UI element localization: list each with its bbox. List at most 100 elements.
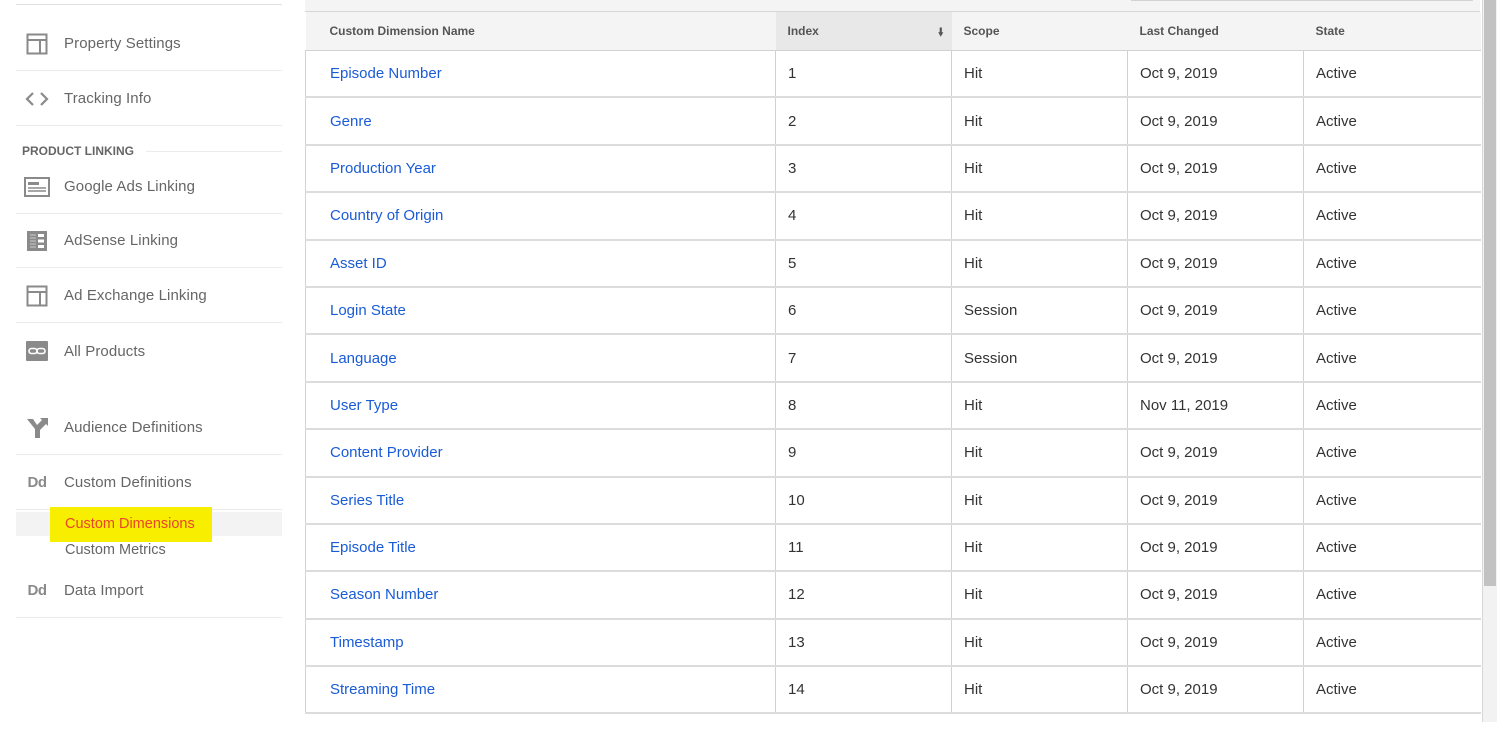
scope-cell: Hit	[951, 618, 1128, 668]
sidebar-subitem-custom-dimensions[interactable]: Custom Dimensions	[16, 507, 282, 542]
table-row: Streaming Time 14 Hit Oct 9, 2019 Active	[305, 666, 1481, 715]
sidebar-item-label: All Products	[64, 342, 146, 360]
search-input[interactable]	[1131, 0, 1473, 1]
index-cell: 10	[775, 476, 952, 525]
state-cell: Active	[1303, 286, 1481, 336]
index-cell: 1	[775, 50, 952, 99]
index-cell: 13	[775, 618, 952, 668]
dimension-name-link[interactable]: Timestamp	[330, 634, 404, 651]
dimension-name-link[interactable]: Country of Origin	[330, 207, 443, 224]
dimension-name-cell: Country of Origin	[305, 192, 776, 241]
custom-definitions-icon: Dd	[27, 474, 48, 491]
dimension-name-link[interactable]: Genre	[330, 113, 372, 130]
scope-cell: Hit	[951, 523, 1128, 573]
dimension-name-cell: Asset ID	[305, 239, 776, 288]
table-row: Login State 6 Session Oct 9, 2019 Active	[305, 286, 1481, 336]
scope-cell: Hit	[951, 381, 1128, 431]
column-header-last-changed[interactable]: Last Changed	[1127, 12, 1304, 51]
column-header-name[interactable]: Custom Dimension Name	[305, 12, 776, 51]
last-changed-cell: Oct 9, 2019	[1127, 239, 1304, 288]
link-icon	[24, 340, 50, 362]
index-cell: 2	[775, 97, 952, 146]
table-row: Asset ID 5 Hit Oct 9, 2019 Active	[305, 239, 1481, 288]
scope-cell: Hit	[951, 476, 1128, 525]
state-cell: Active	[1303, 97, 1481, 146]
sidebar-item-adsense-linking[interactable]: AdSense Linking	[16, 214, 282, 268]
dimension-name-link[interactable]: Season Number	[330, 586, 438, 603]
dimension-name-link[interactable]: Login State	[330, 302, 406, 319]
index-cell: 14	[775, 666, 952, 715]
table-row: User Type 8 Hit Nov 11, 2019 Active	[305, 381, 1481, 431]
dimension-name-cell: Language	[305, 334, 776, 383]
sidebar-item-custom-definitions[interactable]: Dd Custom Definitions	[16, 456, 282, 510]
last-changed-cell: Oct 9, 2019	[1127, 50, 1304, 99]
table-row: Country of Origin 4 Hit Oct 9, 2019 Active	[305, 192, 1481, 241]
index-cell: 6	[775, 286, 952, 336]
dimension-name-cell: Login State	[305, 286, 776, 336]
dimension-name-link[interactable]: Streaming Time	[330, 681, 435, 698]
sidebar-item-label: Custom Definitions	[64, 474, 192, 491]
sidebar-item-label: Property Settings	[64, 35, 181, 52]
last-changed-cell: Oct 9, 2019	[1127, 618, 1304, 668]
google-ads-icon	[24, 176, 50, 198]
audience-fork-icon	[24, 417, 50, 439]
sidebar-item-property-settings[interactable]: Property Settings	[16, 17, 282, 71]
scope-cell: Hit	[951, 239, 1128, 288]
sidebar-item-audience-definitions[interactable]: Audience Definitions	[16, 401, 282, 455]
dimension-name-cell: Production Year	[305, 144, 776, 194]
property-settings-icon	[24, 33, 50, 55]
data-import-icon: Dd	[27, 582, 48, 599]
dimension-name-cell: User Type	[305, 381, 776, 431]
sidebar-item-label: Data Import	[64, 582, 144, 599]
code-brackets-icon	[24, 88, 50, 110]
main-content: Custom Dimension Name Index 🠛 Scope Last…	[305, 0, 1482, 736]
scrollbar-thumb[interactable]	[1484, 0, 1496, 586]
index-cell: 7	[775, 334, 952, 383]
state-cell: Active	[1303, 239, 1481, 288]
adsense-icon	[24, 230, 50, 252]
sidebar-item-label: AdSense Linking	[64, 232, 179, 249]
table-row: Episode Title 11 Hit Oct 9, 2019 Active	[305, 523, 1481, 573]
table-toolbar	[305, 0, 1480, 12]
sort-descending-icon: 🠛	[937, 27, 944, 39]
section-title: PRODUCT LINKING	[22, 144, 134, 158]
sidebar-subitem-custom-metrics[interactable]: Custom Metrics	[16, 538, 282, 562]
scope-cell: Hit	[951, 666, 1128, 715]
table-row: Episode Number 1 Hit Oct 9, 2019 Active	[305, 50, 1481, 99]
dimension-name-link[interactable]: User Type	[330, 397, 398, 414]
dimension-name-cell: Season Number	[305, 571, 776, 620]
scope-cell: Hit	[951, 571, 1128, 620]
dimension-name-link[interactable]: Episode Title	[330, 539, 416, 556]
dimension-name-link[interactable]: Production Year	[330, 160, 436, 177]
dimension-name-link[interactable]: Series Title	[330, 492, 404, 509]
dimension-name-link[interactable]: Content Provider	[330, 444, 443, 461]
sidebar-item-all-products[interactable]: All Products	[16, 324, 282, 378]
table-header-row: Custom Dimension Name Index 🠛 Scope Last…	[305, 12, 1481, 51]
last-changed-cell: Nov 11, 2019	[1127, 381, 1304, 431]
index-cell: 5	[775, 239, 952, 288]
last-changed-cell: Oct 9, 2019	[1127, 286, 1304, 336]
scope-cell: Session	[951, 286, 1128, 336]
dimension-name-link[interactable]: Language	[330, 350, 397, 367]
sidebar-subitem-label: Custom Metrics	[65, 542, 166, 558]
last-changed-cell: Oct 9, 2019	[1127, 192, 1304, 241]
table-row: Genre 2 Hit Oct 9, 2019 Active	[305, 97, 1481, 146]
state-cell: Active	[1303, 476, 1481, 525]
scope-cell: Hit	[951, 97, 1128, 146]
sidebar-item-tracking-info[interactable]: Tracking Info	[16, 72, 282, 126]
column-header-state[interactable]: State	[1303, 12, 1481, 51]
state-cell: Active	[1303, 50, 1481, 99]
dimension-name-link[interactable]: Asset ID	[330, 255, 387, 272]
table-row: Content Provider 9 Hit Oct 9, 2019 Active	[305, 429, 1481, 478]
sidebar-item-ad-exchange-linking[interactable]: Ad Exchange Linking	[16, 269, 282, 323]
dimension-name-link[interactable]: Episode Number	[330, 65, 442, 82]
dimension-name-cell: Episode Title	[305, 523, 776, 573]
sidebar-item-google-ads-linking[interactable]: Google Ads Linking	[16, 160, 282, 214]
vertical-scrollbar[interactable]	[1482, 0, 1497, 722]
last-changed-cell: Oct 9, 2019	[1127, 523, 1304, 573]
column-header-index[interactable]: Index 🠛	[775, 12, 952, 51]
sidebar-item-data-import[interactable]: Dd Data Import	[16, 564, 282, 618]
state-cell: Active	[1303, 334, 1481, 383]
column-header-scope[interactable]: Scope	[951, 12, 1128, 51]
dimension-name-cell: Streaming Time	[305, 666, 776, 715]
